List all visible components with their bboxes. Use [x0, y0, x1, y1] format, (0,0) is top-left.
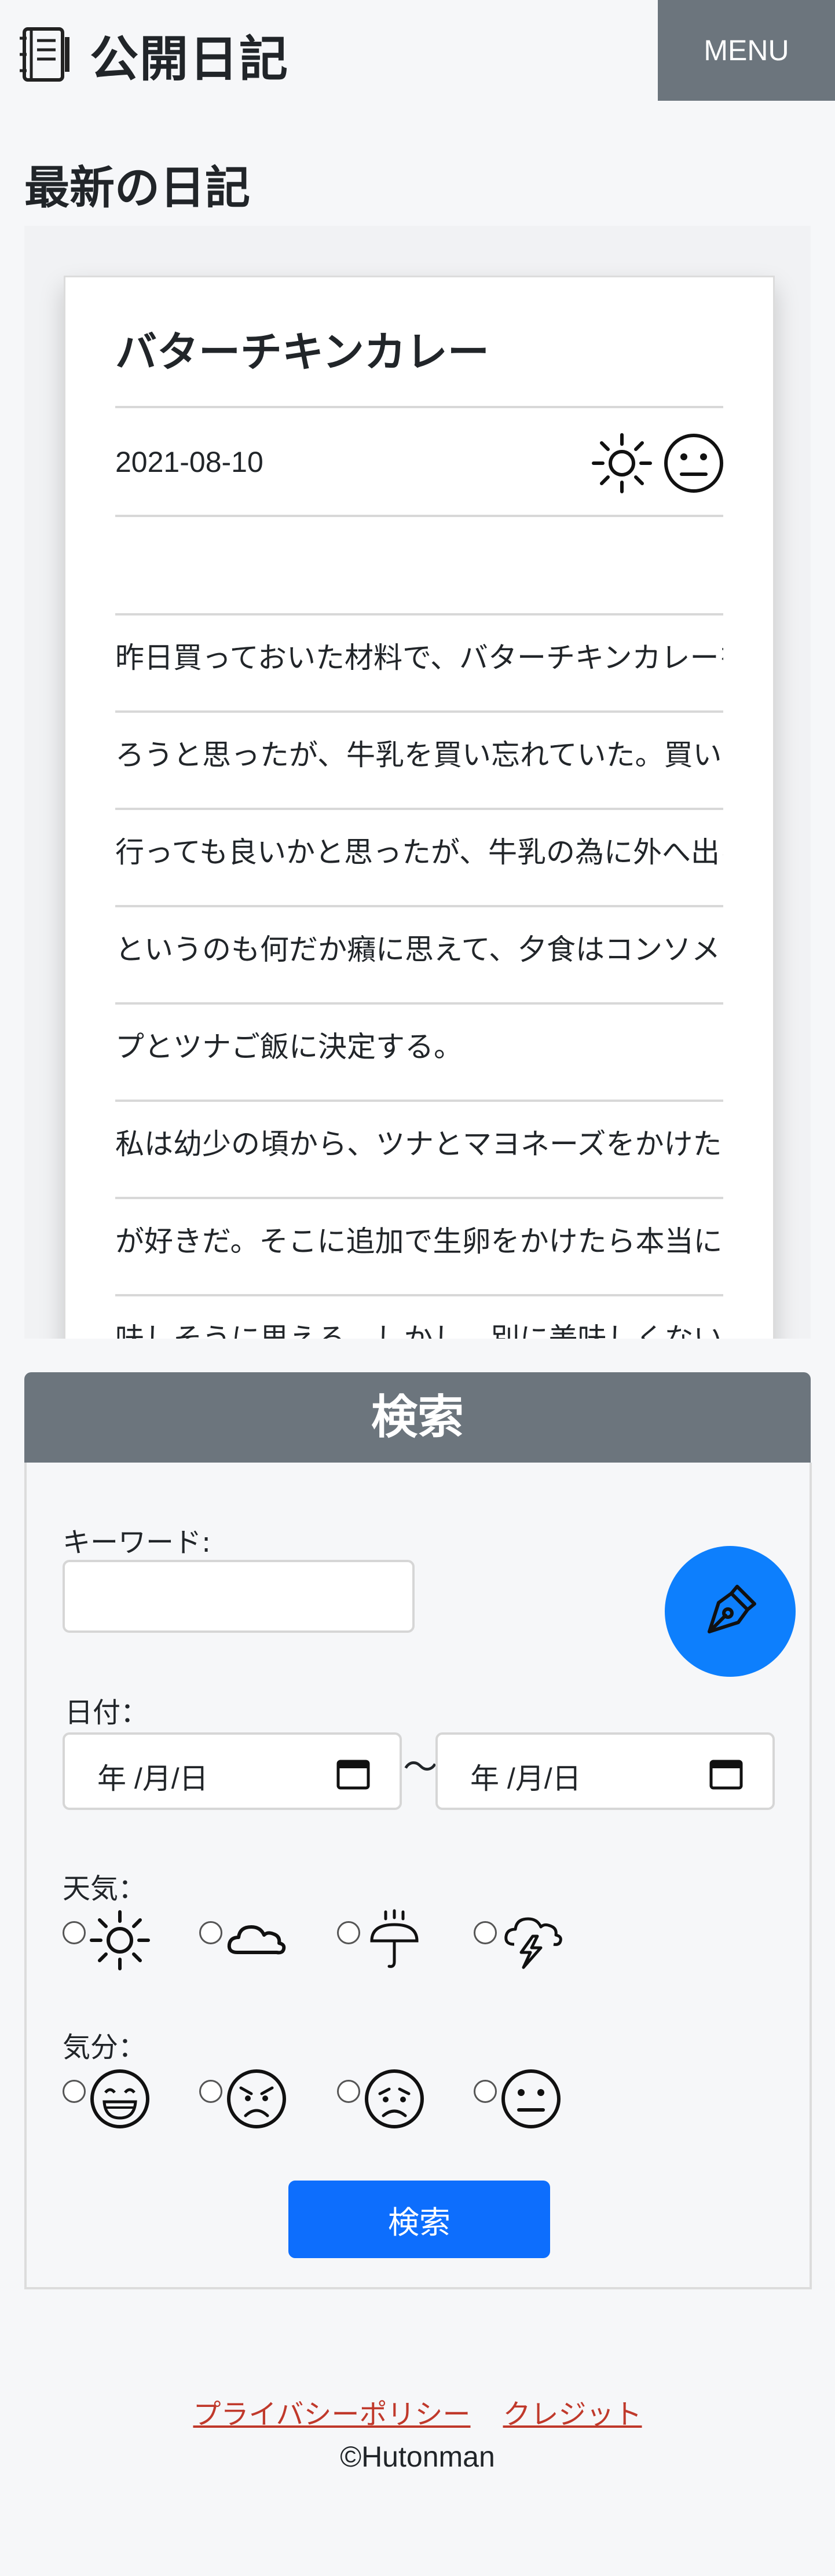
privacy-policy-link[interactable]: プライバシーポリシー — [193, 2398, 470, 2431]
date-range-separator: 〜 — [403, 1747, 438, 1788]
divider — [115, 1002, 723, 1005]
search-submit-button[interactable]: 検索 — [288, 2181, 550, 2258]
diary-body-line: 私は幼少の頃から、ツナとマヨネーズをかけたご飯 — [115, 1130, 723, 1159]
mood-radio[interactable] — [337, 2080, 360, 2103]
divider — [115, 406, 723, 408]
diary-book-icon — [16, 25, 74, 83]
date-from-placeholder: 年 /月/日 — [97, 1762, 208, 1795]
mood-options — [63, 2067, 618, 2142]
write-diary-button[interactable] — [665, 1546, 796, 1677]
neutral-face-icon — [499, 2067, 563, 2133]
date-label: 日付： — [65, 1696, 149, 1729]
diary-body-line: 味しそうに思える。しかし、別に美味しくない。你 — [115, 1324, 723, 1339]
credit-link[interactable]: クレジット — [503, 2398, 642, 2431]
pen-icon — [695, 1584, 765, 1647]
angry-face-icon — [225, 2067, 288, 2133]
diary-status-icons — [590, 431, 726, 497]
divider — [115, 808, 723, 810]
date-to-placeholder: 年 /月/日 — [470, 1762, 581, 1795]
divider — [115, 1294, 723, 1296]
neutral-face-icon — [662, 431, 726, 497]
copyright: ©Hutonman — [340, 2441, 495, 2473]
weather-radio[interactable] — [199, 1921, 222, 1944]
keyword-label: キーワード: — [63, 1526, 211, 1559]
cloud-icon — [225, 1908, 288, 1974]
menu-button[interactable]: MENU — [658, 0, 835, 101]
diary-date: 2021-08-10 — [115, 446, 263, 478]
diary-body-line: ろうと思ったが、牛乳を買い忘れていた。買いに — [115, 741, 723, 769]
latest-diary-area: バターチキンカレー 2021-08-10 昨日買っておいた材料で、バターチキンカ… — [24, 226, 811, 1339]
sun-icon — [590, 431, 654, 497]
header: 公開日記 MENU — [0, 0, 835, 101]
date-to-input[interactable]: 年 /月/日 — [435, 1732, 775, 1810]
section-title-latest: 最新の日記 — [24, 162, 251, 214]
divider — [115, 1100, 723, 1102]
mood-radio[interactable] — [63, 2080, 86, 2103]
sad-face-icon — [362, 2067, 426, 2133]
diary-body-line: プとツナご飯に決定する。 — [115, 1032, 463, 1061]
calendar-icon[interactable] — [709, 1757, 744, 1793]
weather-options — [63, 1908, 618, 1984]
site-title[interactable]: 公開日記 — [90, 20, 289, 90]
weather-radio[interactable] — [63, 1921, 86, 1944]
mood-label: 気分： — [63, 2031, 147, 2064]
keyword-input[interactable] — [63, 1560, 415, 1633]
calendar-icon[interactable] — [336, 1757, 371, 1793]
divider — [115, 905, 723, 907]
footer-links: プライバシーポリシー クレジット — [0, 2391, 835, 2432]
diary-body-line: が好きだ。そこに追加で生卵をかけたら本当に美 — [115, 1227, 723, 1256]
diary-title: バターチキンカレー — [115, 328, 489, 376]
search-panel-title: 検索 — [24, 1372, 811, 1463]
divider — [115, 515, 723, 517]
diary-card[interactable]: バターチキンカレー 2021-08-10 昨日買っておいた材料で、バターチキンカ… — [64, 276, 775, 1339]
mood-radio[interactable] — [474, 2080, 497, 2103]
weather-radio[interactable] — [474, 1921, 497, 1944]
mood-radio[interactable] — [199, 2080, 222, 2103]
grinning-face-icon — [88, 2067, 152, 2133]
divider — [115, 710, 723, 713]
thunder-cloud-icon — [499, 1908, 563, 1974]
date-from-input[interactable]: 年 /月/日 — [63, 1732, 402, 1810]
divider — [115, 613, 723, 615]
weather-radio[interactable] — [337, 1921, 360, 1944]
search-form: キーワード: 日付： 年 /月/日 〜 年 /月/日 天気： 気分： 検索 — [24, 1463, 812, 2289]
weather-label: 天気： — [63, 1873, 147, 1905]
diary-body-line: 昨日買っておいた材料で、バターチキンカレーを作 — [115, 643, 723, 672]
diary-body-line: 行っても良いかと思ったが、牛乳の為に外へ出る — [115, 838, 723, 867]
umbrella-rain-icon — [362, 1908, 426, 1974]
diary-body-line: というのも何だか癪に思えて、夕食はコンソメスー — [115, 935, 723, 964]
divider — [115, 1197, 723, 1199]
sun-icon — [88, 1908, 152, 1974]
